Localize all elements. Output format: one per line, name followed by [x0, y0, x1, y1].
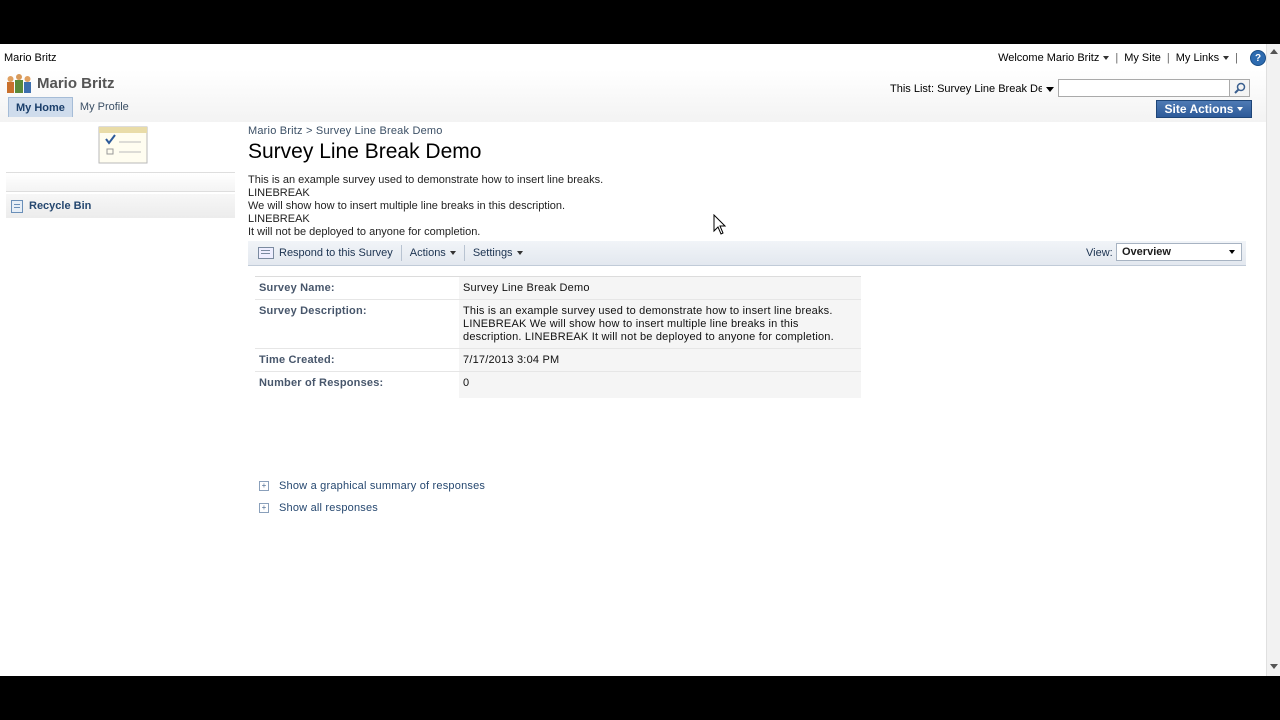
site-actions-button[interactable]: Site Actions — [1156, 100, 1252, 118]
description-line: We will show how to insert multiple line… — [248, 200, 566, 212]
table-row: Survey Name: Survey Line Break Demo — [255, 276, 861, 300]
view-select-value: Overview — [1122, 246, 1171, 258]
people-logo-icon — [7, 74, 31, 93]
mouse-cursor-icon — [713, 214, 727, 235]
browser-viewport: Mario Britz Welcome Mario Britz | My Sit… — [0, 44, 1280, 676]
breadcrumb-current: Survey Line Break Demo — [315, 125, 443, 137]
separator: | — [1166, 52, 1170, 64]
vertical-scrollbar[interactable] — [1266, 44, 1280, 676]
link-label: Show all responses — [279, 502, 378, 514]
my-links-menu[interactable]: My Links — [1175, 52, 1230, 64]
link-label: Show a graphical summary of responses — [279, 480, 486, 492]
description-line: LINEBREAK — [248, 187, 310, 199]
chevron-down-icon — [1229, 250, 1235, 254]
site-actions-label: Site Actions — [1164, 102, 1234, 116]
top-right-links: Welcome Mario Britz | My Site | My Links… — [998, 50, 1266, 66]
page-title: Survey Line Break Demo — [248, 140, 482, 163]
search-scope-label: This List: Survey Line Break De — [890, 83, 1042, 95]
breadcrumb-separator: > — [306, 125, 313, 137]
welcome-label: Welcome Mario Britz — [998, 52, 1100, 64]
expand-icon: + — [259, 503, 269, 513]
sidebar-item-recycle-bin[interactable]: Recycle Bin — [6, 194, 235, 218]
actions-menu[interactable]: Actions — [402, 245, 464, 261]
page-description: This is an example survey used to demons… — [248, 174, 603, 239]
survey-properties-table: Survey Name: Survey Line Break Demo Surv… — [255, 276, 861, 398]
respond-icon — [258, 247, 274, 259]
expand-icon: + — [259, 481, 269, 491]
survey-links: + Show a graphical summary of responses … — [259, 475, 485, 519]
respond-to-survey-button[interactable]: Respond to this Survey — [248, 245, 401, 261]
table-row: Number of Responses: 0 — [255, 371, 861, 398]
chevron-down-icon — [449, 251, 456, 255]
actions-label: Actions — [409, 247, 446, 259]
show-all-responses-link[interactable]: + Show all responses — [259, 497, 485, 519]
view-select[interactable]: Overview — [1116, 243, 1242, 261]
quick-launch: Recycle Bin — [4, 122, 235, 672]
welcome-menu[interactable]: Welcome Mario Britz — [998, 52, 1110, 64]
list-toolbar: Respond to this Survey Actions Settings … — [248, 241, 1246, 266]
search-button[interactable] — [1230, 79, 1250, 97]
help-icon[interactable]: ? — [1250, 50, 1266, 66]
search-icon — [1233, 82, 1245, 94]
settings-label: Settings — [472, 247, 513, 259]
scroll-up-icon[interactable] — [1270, 49, 1278, 54]
description-line: This is an example survey used to demons… — [248, 174, 604, 186]
view-label: View: — [1086, 247, 1113, 259]
sidebar-item-label: Recycle Bin — [29, 200, 92, 212]
top-site-name[interactable]: Mario Britz — [4, 52, 57, 64]
separator: | — [1235, 52, 1238, 64]
property-label: Time Created: — [255, 348, 459, 372]
chevron-down-icon — [1103, 56, 1110, 61]
scroll-down-icon[interactable] — [1270, 664, 1278, 669]
property-value: 7/17/2013 3:04 PM — [459, 348, 861, 372]
respond-label: Respond to this Survey — [279, 247, 393, 259]
chevron-down-icon — [516, 251, 523, 255]
property-value: 0 — [459, 371, 861, 398]
property-label: Number of Responses: — [255, 371, 459, 398]
graphical-summary-link[interactable]: + Show a graphical summary of responses — [259, 475, 485, 497]
property-value: Survey Line Break Demo — [459, 276, 861, 300]
search-scope-dropdown[interactable]: This List: Survey Line Break De — [888, 80, 1056, 98]
description-line: It will not be deployed to anyone for co… — [248, 226, 481, 238]
top-bar: Mario Britz Welcome Mario Britz | My Sit… — [0, 44, 1266, 70]
recycle-bin-icon — [11, 199, 23, 213]
quick-launch-header — [6, 172, 235, 192]
property-label: Survey Description: — [255, 299, 459, 349]
property-value: This is an example survey used to demons… — [459, 299, 861, 349]
description-line: LINEBREAK — [248, 213, 310, 225]
my-site-link[interactable]: My Site — [1124, 52, 1161, 64]
table-row: Time Created: 7/17/2013 3:04 PM — [255, 348, 861, 372]
settings-menu[interactable]: Settings — [465, 245, 531, 261]
breadcrumb: Mario Britz > Survey Line Break Demo — [248, 125, 443, 137]
breadcrumb-root-link[interactable]: Mario Britz — [248, 125, 303, 137]
site-title[interactable]: Mario Britz — [37, 75, 115, 92]
table-row: Survey Description: This is an example s… — [255, 299, 861, 349]
tab-my-profile[interactable]: My Profile — [73, 97, 136, 117]
search-input[interactable] — [1058, 79, 1230, 97]
property-label: Survey Name: — [255, 276, 459, 300]
site-header: Mario Britz My Home My Profile This List… — [0, 70, 1266, 122]
separator: | — [1115, 52, 1119, 64]
chevron-down-icon — [1223, 56, 1230, 61]
chevron-down-icon — [1237, 107, 1244, 111]
my-links-label: My Links — [1175, 52, 1220, 64]
chevron-down-icon — [1046, 86, 1054, 92]
tab-my-home[interactable]: My Home — [8, 97, 73, 117]
top-nav-tabs: My Home My Profile — [8, 97, 136, 117]
survey-list-icon — [98, 126, 148, 164]
